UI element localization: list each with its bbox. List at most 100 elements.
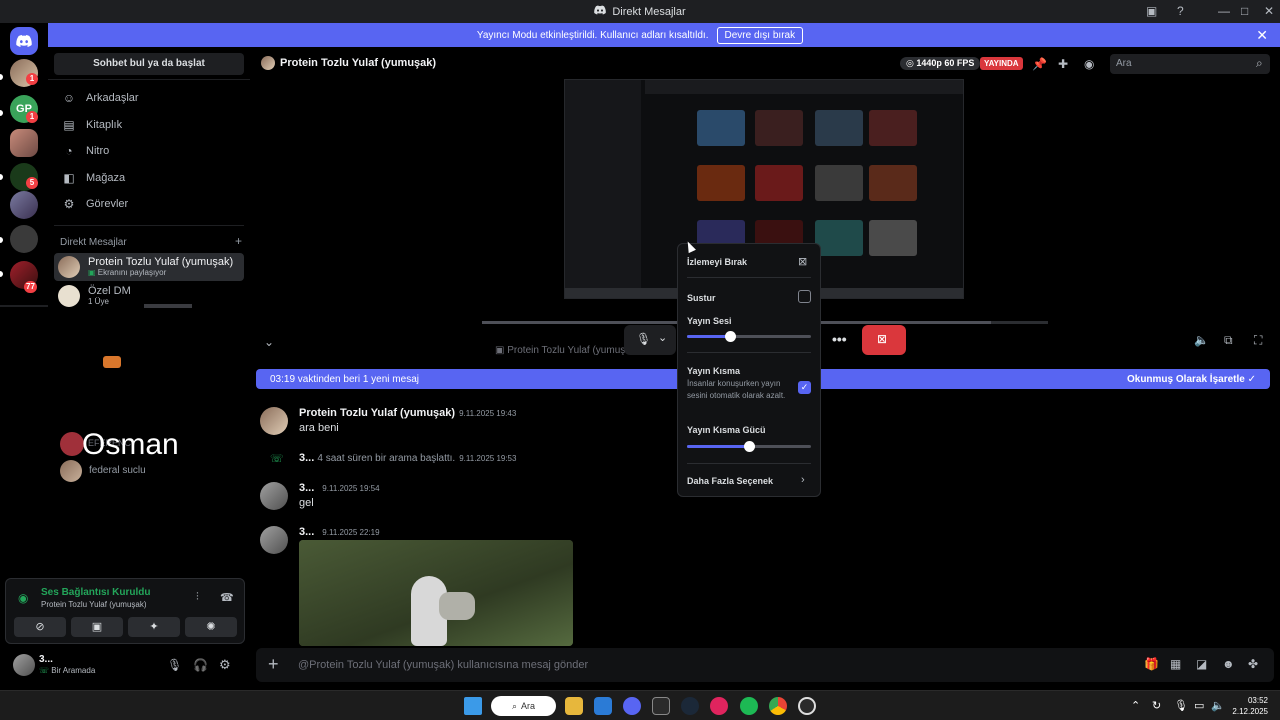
screen-share-button[interactable]: ▣ [71,617,123,637]
taskbar-search[interactable]: ⌕ Ara [491,696,556,716]
message-composer[interactable]: + @Protein Tozlu Yulaf (yumuşak) kullanı… [256,648,1274,682]
stop-watching-item[interactable]: İzlemeyi Bırak [687,257,747,267]
gift-icon[interactable]: 🎁 [1144,657,1159,671]
library-icon: ▤ [63,118,75,132]
tray-chevron-icon[interactable]: ⌃ [1131,699,1140,712]
stream-owner-text: Protein Tozlu Yulaf (yumuş [507,345,626,356]
author-name[interactable]: 3... [299,482,314,494]
add-friends-icon[interactable]: ✚ [1058,57,1068,71]
soundboard-icon: ✺ [206,621,216,633]
emoji-icon[interactable]: ☻ [1222,657,1235,671]
home-button[interactable] [10,27,38,55]
avatar[interactable] [260,526,288,554]
mute-item[interactable]: Sustur [687,293,716,303]
game-thumbnail [815,165,863,201]
mic-toggle[interactable]: 🎙 ⌄ [624,325,676,355]
stop-stream-button[interactable]: ⊠ [862,325,906,355]
fullscreen-icon[interactable]: ⛶ [1254,333,1262,348]
volume-tray-icon[interactable]: 🔈 [1211,699,1225,712]
add-dm-icon[interactable]: + [235,234,242,248]
nav-shop[interactable]: ◧ Mağaza [54,166,244,190]
message-input[interactable]: @Protein Tozlu Yulaf (yumuşak) kullanıcı… [298,659,588,671]
media-player-icon[interactable] [710,697,728,715]
author-name[interactable]: 3... [299,452,314,464]
file-explorer-icon[interactable] [565,697,583,715]
steam-icon[interactable] [681,697,699,715]
mute-checkbox[interactable] [798,290,811,303]
profile-icon[interactable]: ◉ [1084,57,1094,71]
camera-button[interactable]: ⊘ [14,617,66,637]
nav-library[interactable]: ▤ Kitaplık [54,113,244,137]
stream-volume-slider[interactable] [687,331,811,342]
windows-start-icon[interactable] [464,697,482,715]
soundboard-button[interactable]: ✺ [185,617,237,637]
author-name[interactable]: Protein Tozlu Yulaf (yumuşak) [299,407,455,419]
signal-icon: ◉ [18,591,29,605]
channel-title[interactable]: Protein Tozlu Yulaf (yumuşak) [280,57,436,69]
nav-quests[interactable]: ⚙ Görevler [54,192,244,216]
server-icon[interactable] [10,191,38,219]
server-folder[interactable] [10,225,38,253]
apps-icon[interactable]: ✤ [1248,657,1258,671]
noise-suppression-icon[interactable]: ⫶ [196,591,199,604]
epic-games-icon[interactable] [652,697,670,715]
mark-read-label: Okunmuş Olarak İşaretle [1126,374,1245,385]
inbox-icon[interactable]: ▣ [1146,4,1157,18]
image-attachment[interactable] [299,540,573,646]
minimize-icon[interactable]: — [1218,4,1230,18]
unread-badge: 5 [26,177,38,189]
banner-close-icon[interactable]: ✕ [1256,27,1268,44]
voice-status[interactable]: Ses Bağlantısı Kuruldu [41,587,150,598]
overlay-name: Osman [82,428,179,461]
slider-knob[interactable] [744,441,755,452]
nav-friends[interactable]: ☺ Arkadaşlar [54,86,244,110]
slider-knob[interactable] [725,331,737,342]
volume-icon[interactable]: 🔈 [1194,333,1209,347]
author-name[interactable]: 3... [299,526,314,538]
network-icon[interactable]: ▭ [1194,699,1204,712]
search-input[interactable]: Ara [1110,54,1270,74]
clock[interactable]: 03:52 2.12.2025 [1232,695,1268,717]
add-attachment-icon[interactable]: + [268,654,279,675]
find-conversation-button[interactable]: Sohbet bul ya da başlat [54,53,244,75]
ducking-checkbox[interactable]: ✓ [798,381,811,394]
stop-screen-icon: ⊠ [877,332,888,346]
disable-button[interactable]: Devre dışı bırak [716,26,804,44]
stop-watching-icon[interactable]: ⊠ [798,255,807,268]
microphone-icon[interactable]: 🎙 [167,658,182,672]
chrome-icon[interactable] [769,697,787,715]
sync-icon[interactable]: ↻ [1152,699,1161,712]
popout-icon[interactable]: ⧉ [1224,333,1233,348]
avatar[interactable] [260,482,288,510]
activities-button[interactable]: ✦ [128,617,180,637]
help-icon[interactable]: ? [1177,4,1184,18]
overlay-logo [103,356,121,368]
discord-taskbar-icon[interactable] [623,697,641,715]
spotify-icon[interactable] [740,697,758,715]
timestamp: 9.11.2025 19:43 [459,409,517,418]
avatar[interactable] [13,654,35,676]
avatar[interactable] [260,407,288,435]
nav-nitro[interactable]: ◔ Nitro [54,139,244,163]
pin-icon[interactable]: 📌 [1032,57,1047,71]
microphone-tray-icon[interactable]: 🎙 [1174,699,1188,712]
dm-item[interactable]: Protein Tozlu Yulaf (yumuşak) ▣ Ekranını… [54,253,244,281]
mark-read-button[interactable]: Okunmuş Olarak İşaretle ✓ [1127,374,1256,385]
headphones-icon[interactable]: 🎧 [193,658,208,672]
close-window-icon[interactable]: ✕ [1264,4,1274,18]
maximize-icon[interactable]: □ [1241,4,1248,18]
chevron-down-icon[interactable]: ⌄ [264,335,274,349]
server-icon[interactable] [10,129,38,157]
settings-icon[interactable]: ⚙ [219,657,231,673]
ducking-strength-slider[interactable] [687,441,811,452]
stream-ducking-item[interactable]: Yayın Kısma [687,366,740,376]
sticker-icon[interactable]: ◪ [1196,657,1207,671]
store-icon[interactable] [594,697,612,715]
more-options-icon[interactable]: ••• [832,331,847,347]
scrollbar[interactable] [144,304,192,308]
obs-icon[interactable] [798,697,816,715]
unread-badge: 1 [26,111,38,123]
more-options-item[interactable]: Daha Fazla Seçenek [687,476,773,486]
disconnect-icon[interactable]: ☎ [220,591,234,604]
gif-icon[interactable]: ▦ [1170,657,1181,671]
